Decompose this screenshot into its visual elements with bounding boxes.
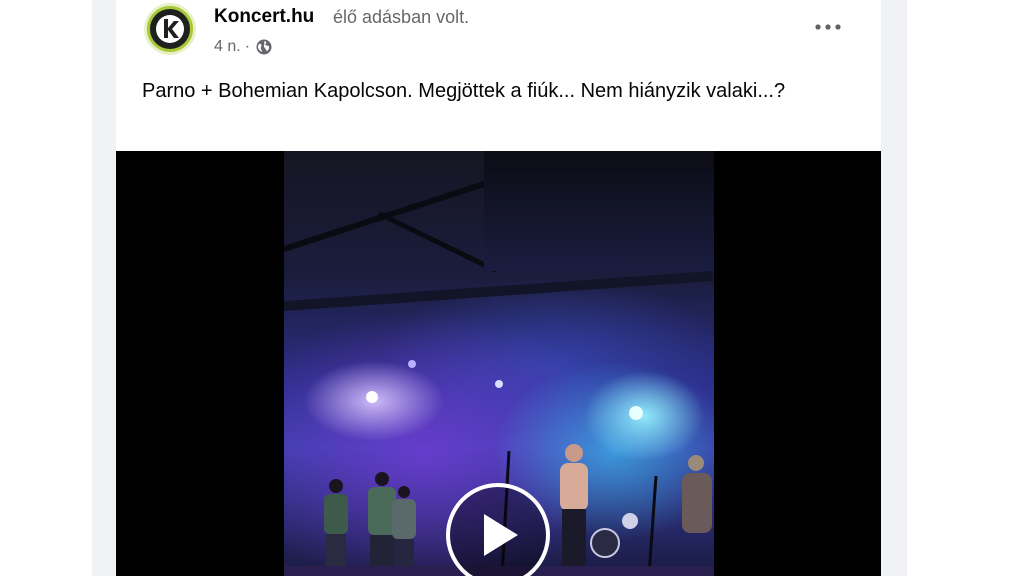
post-caption: Parno + Bohemian Kapolcson. Megjöttek a … bbox=[142, 80, 786, 102]
play-icon[interactable] bbox=[446, 483, 550, 576]
koncert-logo-icon bbox=[147, 6, 193, 52]
post-header: Koncert.hu élő adásban volt. 4 n. · bbox=[116, 0, 881, 70]
more-options-icon[interactable] bbox=[810, 12, 846, 42]
meta-separator: · bbox=[244, 38, 251, 55]
post-card: Koncert.hu élő adásban volt. 4 n. · Parn… bbox=[116, 0, 881, 576]
globe-icon[interactable] bbox=[256, 39, 272, 55]
page-name-link[interactable]: Koncert.hu bbox=[214, 6, 314, 28]
post-meta: 4 n. · bbox=[214, 38, 272, 56]
video-player[interactable] bbox=[116, 151, 881, 576]
page-avatar[interactable] bbox=[144, 3, 196, 55]
post-timestamp[interactable]: 4 n. bbox=[214, 38, 241, 56]
live-status-text: élő adásban volt. bbox=[333, 7, 470, 27]
